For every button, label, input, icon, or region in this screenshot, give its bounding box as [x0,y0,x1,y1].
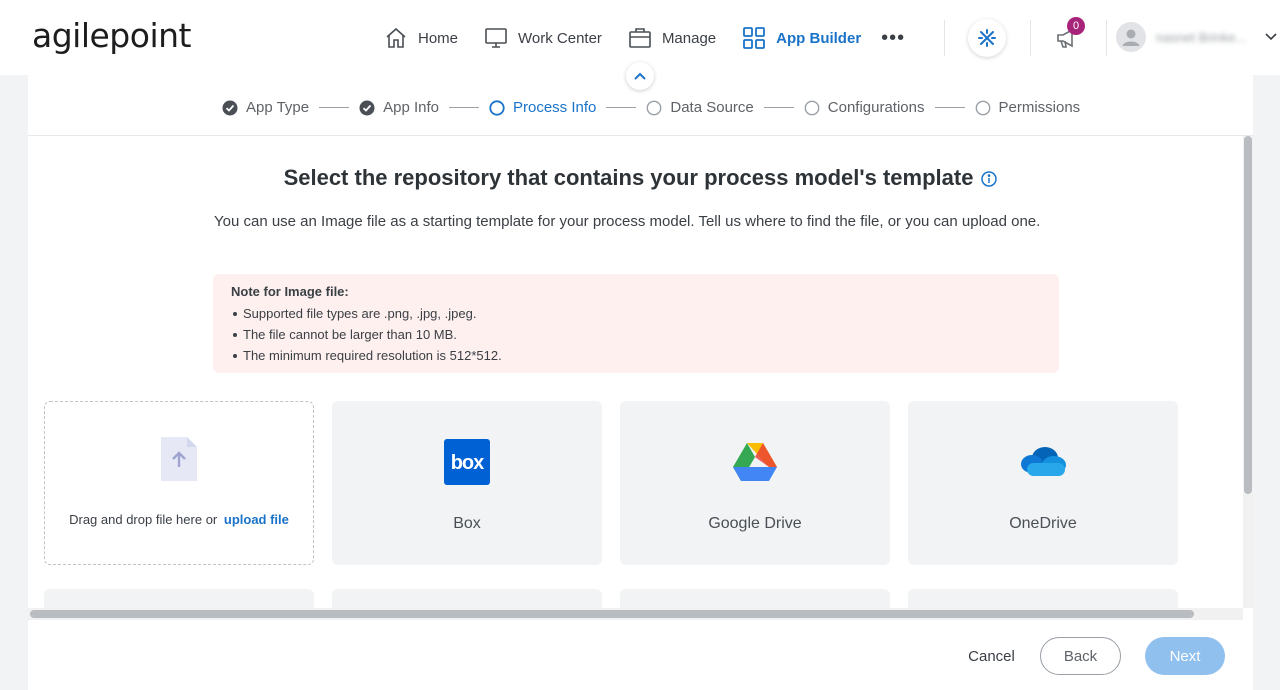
note-item: The file cannot be larger than 10 MB. [231,324,1041,345]
repository-onedrive[interactable]: OneDrive [908,401,1178,565]
more-menu-icon[interactable]: ••• [881,27,905,50]
current-step-icon [489,99,505,116]
repository-box[interactable]: box Box [332,401,602,565]
vertical-scrollbar[interactable] [1243,136,1253,608]
step-label: Data Source [670,99,754,116]
page-title: Select the repository that contains your… [28,165,1243,191]
step-app-type[interactable]: App Type [222,99,309,116]
nav-home-label: Home [418,29,459,47]
step-label: Configurations [827,99,925,116]
file-drop-zone[interactable]: Drag and drop file here or upload file [44,401,314,565]
step-label: Permissions [998,99,1081,116]
step-label: Process Info [513,99,597,116]
nav-app-builder-label: App Builder [776,29,862,47]
step-configurations[interactable]: Configurations [804,99,925,116]
step-app-info[interactable]: App Info [359,99,439,116]
ai-spark-icon [978,29,996,47]
collapse-stepper-button[interactable] [626,62,654,90]
file-upload-icon [161,437,197,481]
briefcase-icon [629,28,651,48]
description: You can use an Image file as a starting … [214,213,1041,230]
step-permissions[interactable]: Permissions [975,99,1081,116]
agilepoint-logo[interactable]: agilepoint [32,16,191,55]
repository-label: OneDrive [1009,515,1077,532]
drop-text: Drag and drop file here or [69,512,218,527]
image-file-note: Note for Image file: Supported file type… [213,274,1059,373]
pending-step-icon [975,100,990,115]
user-name: nasnet Brinke... [1156,29,1247,45]
repository-label: Box [453,515,481,532]
nav-app-builder[interactable]: App Builder [742,26,861,50]
chevron-up-icon [634,72,646,80]
ai-assistant-button[interactable] [968,19,1006,57]
step-connector [319,107,350,108]
avatar [1116,22,1146,52]
monitor-icon [485,28,507,48]
main-nav: Home Work Center Manage App Builder ••• [384,22,905,54]
grid-icon [743,27,766,49]
step-label: App Type [246,99,310,116]
nav-work-center-label: Work Center [518,29,602,47]
step-connector [606,107,637,108]
google-drive-icon [733,443,777,481]
scrollbar-thumb[interactable] [1244,136,1252,494]
notification-count-badge: 0 [1067,17,1085,35]
divider [944,20,945,56]
nav-manage[interactable]: Manage [628,26,716,50]
step-data-source[interactable]: Data Source [646,99,754,116]
back-button[interactable]: Back [1040,637,1121,675]
wizard-panel: App Type App Info Process Info Data Sour… [28,75,1253,690]
nav-manage-label: Manage [661,29,717,47]
pending-step-icon [646,100,662,115]
repository-label: Google Drive [708,515,802,532]
drop-instructions: Drag and drop file here or upload file [45,512,313,527]
user-icon [1122,29,1140,46]
box-logo-icon: box [444,439,490,485]
nav-work-center[interactable]: Work Center [484,26,602,50]
chevron-down-icon [1265,33,1277,41]
repository-google-drive[interactable]: Google Drive [620,401,890,565]
check-circle-icon [222,100,238,115]
nav-home[interactable]: Home [384,26,458,50]
step-connector [934,107,965,108]
divider [1106,20,1107,56]
pending-step-icon [804,100,820,115]
divider [1030,20,1031,56]
content-area: Select the repository that contains your… [28,136,1243,614]
scrollbar-thumb[interactable] [30,610,1194,618]
next-button[interactable]: Next [1145,637,1225,675]
step-connector [449,107,479,108]
step-connector [763,107,794,108]
user-menu[interactable]: nasnet Brinke... [1116,22,1278,52]
note-item: The minimum required resolution is 512*5… [231,345,1041,366]
step-process-info[interactable]: Process Info [489,99,596,116]
horizontal-scrollbar[interactable] [28,608,1243,620]
cancel-button[interactable]: Cancel [954,637,1029,675]
step-label: App Info [383,99,439,116]
svg-text:box: box [451,452,484,474]
note-item: Supported file types are .png, .jpg, .jp… [231,303,1041,324]
note-title: Note for Image file: [231,284,349,299]
onedrive-icon [1021,447,1066,476]
check-circle-icon [359,100,375,115]
page-title-text: Select the repository that contains your… [283,165,974,190]
info-icon[interactable] [981,171,998,187]
upload-file-link[interactable]: upload file [224,512,289,527]
notifications-button[interactable]: 0 [1055,17,1085,55]
home-icon [386,27,406,48]
